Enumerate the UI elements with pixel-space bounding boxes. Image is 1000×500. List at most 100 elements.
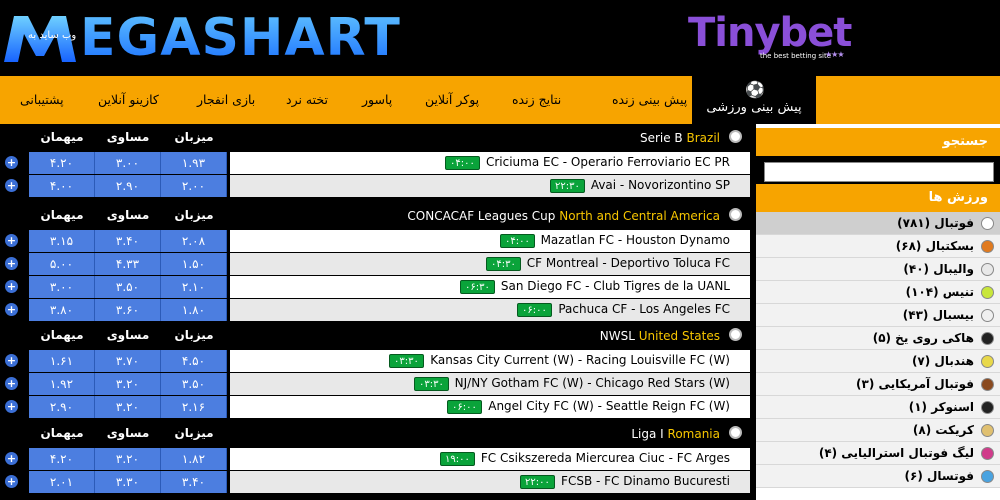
- odd-draw[interactable]: ۳.۶۰: [95, 299, 161, 321]
- more-markets-plus-icon[interactable]: +: [5, 234, 18, 247]
- odd-draw[interactable]: ۳.۲۰: [95, 396, 161, 418]
- sport-label: هاکی روی یخ (۵): [872, 331, 974, 345]
- sidebar-sport-item[interactable]: بسکتبال (۶۸): [756, 235, 1000, 258]
- nav-item-online-casino[interactable]: کازینو آنلاین: [98, 92, 159, 107]
- odd-away[interactable]: ۲.۹۰: [29, 396, 95, 418]
- match-info[interactable]: Avai - Novorizontino SP ۲۲:۳۰: [230, 175, 750, 197]
- odd-home[interactable]: ۱.۸۰: [161, 299, 227, 321]
- odd-home[interactable]: ۱.۸۲: [161, 448, 227, 470]
- american-football-icon: [981, 378, 994, 391]
- nav-item-support[interactable]: پشتیبانی: [20, 92, 64, 107]
- odd-draw[interactable]: ۳.۷۰: [95, 350, 161, 372]
- sidebar-sport-item[interactable]: والیبال (۴۰): [756, 258, 1000, 281]
- league-name: CONCACAF Leagues Cup North and Central A…: [407, 209, 720, 223]
- odd-home[interactable]: ۱.۵۰: [161, 253, 227, 275]
- nav-item-live-betting[interactable]: پیش بینی زنده: [612, 92, 687, 107]
- odd-home[interactable]: ۱.۹۳: [161, 152, 227, 174]
- odd-draw[interactable]: ۳.۳۰: [95, 471, 161, 493]
- more-markets-plus-icon[interactable]: +: [5, 257, 18, 270]
- match-row: +۴.۰۰ ۲.۹۰ ۲.۰۰ Avai - Novorizontino SP ۲۲:۳…: [0, 175, 756, 197]
- odd-away[interactable]: ۳.۸۰: [29, 299, 95, 321]
- odd-home[interactable]: ۴.۵۰: [161, 350, 227, 372]
- sport-label: فوتبال آمریکایی (۳): [856, 377, 974, 391]
- odd-away[interactable]: ۴.۲۰: [29, 448, 95, 470]
- nav-item-backgammon[interactable]: تخته نرد: [286, 92, 328, 107]
- odd-home[interactable]: ۲.۱۰: [161, 276, 227, 298]
- sidebar-sport-item[interactable]: کریکت (۸): [756, 419, 1000, 442]
- odd-home[interactable]: ۳.۵۰: [161, 373, 227, 395]
- handball-icon: [981, 355, 994, 368]
- odd-draw[interactable]: ۳.۲۰: [95, 448, 161, 470]
- match-info[interactable]: Criciuma EC - Operario Ferroviario EC PR…: [230, 152, 750, 174]
- match-info[interactable]: San Diego FC - Club Tigres de la UANL ۰۶:…: [230, 276, 750, 298]
- tinybet-logo[interactable]: Tinybet the best betting site ★★★: [688, 10, 863, 65]
- match-info[interactable]: Kansas City Current (W) - Racing Louisvi…: [230, 350, 750, 372]
- odd-away[interactable]: ۳.۰۰: [29, 276, 95, 298]
- league-header: میهمان مساوی میزبان Serie B Brazil: [0, 124, 756, 152]
- more-markets-plus-icon[interactable]: +: [5, 377, 18, 390]
- odd-home[interactable]: ۲.۱۶: [161, 396, 227, 418]
- odd-draw[interactable]: ۳.۰۰: [95, 152, 161, 174]
- sidebar-sport-item[interactable]: فوتبال آمریکایی (۳): [756, 373, 1000, 396]
- sidebar-sport-item[interactable]: اسنوکر (۱): [756, 396, 1000, 419]
- odd-draw[interactable]: ۲.۹۰: [95, 175, 161, 197]
- league-name: NWSL United States: [599, 329, 720, 343]
- odd-away[interactable]: ۴.۰۰: [29, 175, 95, 197]
- more-markets-plus-icon[interactable]: +: [5, 475, 18, 488]
- odd-draw[interactable]: ۳.۵۰: [95, 276, 161, 298]
- more-markets-plus-icon[interactable]: +: [5, 280, 18, 293]
- sport-label: تنیس (۱۰۴): [905, 285, 974, 299]
- sidebar-sport-item[interactable]: هندبال (۷): [756, 350, 1000, 373]
- more-markets-plus-icon[interactable]: +: [5, 179, 18, 192]
- nav-item-sports-betting[interactable]: ⚽ پیش بینی ورزشی: [692, 76, 816, 124]
- basketball-icon: [981, 240, 994, 253]
- odd-away[interactable]: ۳.۱۵: [29, 230, 95, 252]
- match-info[interactable]: FCSB - FC Dinamo Bucuresti ۲۲:۰۰: [230, 471, 750, 493]
- search-input[interactable]: [764, 162, 994, 182]
- nav-item-live-results[interactable]: نتایج زنده: [512, 92, 561, 107]
- match-info[interactable]: NJ/NY Gotham FC (W) - Chicago Red Stars …: [230, 373, 750, 395]
- search-header: جستجو: [756, 128, 1000, 156]
- col-draw: مساوی: [106, 426, 150, 440]
- match-info[interactable]: Mazatlan FC - Houston Dynamo ۰۴:۰۰: [230, 230, 750, 252]
- odds-table: میهمان مساوی میزبان Serie B Brazil +۴.۲۰ ۳.۰۰…: [0, 124, 756, 500]
- odd-away[interactable]: ۱.۶۱: [29, 350, 95, 372]
- match-info[interactable]: CF Montreal - Deportivo Toluca FC ۰۴:۳۰: [230, 253, 750, 275]
- nav-item-label: پیش بینی ورزشی: [706, 100, 802, 115]
- more-markets-plus-icon[interactable]: +: [5, 156, 18, 169]
- odd-away[interactable]: ۵.۰۰: [29, 253, 95, 275]
- match-row: +۲.۹۰ ۳.۲۰ ۲.۱۶ Angel City FC (W) - Seattle…: [0, 396, 756, 418]
- sidebar-sport-item[interactable]: تنیس (۱۰۴): [756, 281, 1000, 304]
- match-info[interactable]: Pachuca CF - Los Angeles FC ۰۶:۰۰: [230, 299, 750, 321]
- match-info[interactable]: Angel City FC (W) - Seattle Reign FC (W)…: [230, 396, 750, 418]
- odd-draw[interactable]: ۳.۲۰: [95, 373, 161, 395]
- odd-away[interactable]: ۱.۹۲: [29, 373, 95, 395]
- odd-draw[interactable]: ۴.۳۳: [95, 253, 161, 275]
- odd-draw[interactable]: ۳.۴۰: [95, 230, 161, 252]
- sidebar-sport-item[interactable]: لیگ فوتبال استرالیایی (۴): [756, 442, 1000, 465]
- more-markets-plus-icon[interactable]: +: [5, 303, 18, 316]
- more-markets-plus-icon[interactable]: +: [5, 354, 18, 367]
- match-row: +۴.۲۰ ۳.۲۰ ۱.۸۲ FC Csikszereda Miercurea Ci…: [0, 448, 756, 470]
- odd-away[interactable]: ۲.۰۱: [29, 471, 95, 493]
- soccer-ball-icon: [729, 328, 742, 341]
- sidebar-sport-item[interactable]: بیسبال (۴۳): [756, 304, 1000, 327]
- nav-item-online-poker[interactable]: پوکر آنلاین: [425, 92, 479, 107]
- match-teams: NJ/NY Gotham FC (W) - Chicago Red Stars …: [454, 376, 730, 390]
- nav-item-pasur[interactable]: پاسور: [362, 92, 392, 107]
- nav-item-crash-game[interactable]: بازی انفجار: [197, 92, 255, 107]
- soccer-ball-icon: ⚽: [745, 80, 765, 99]
- odd-home[interactable]: ۲.۰۸: [161, 230, 227, 252]
- odd-home[interactable]: ۳.۴۰: [161, 471, 227, 493]
- more-markets-plus-icon[interactable]: +: [5, 400, 18, 413]
- odd-away[interactable]: ۴.۲۰: [29, 152, 95, 174]
- odd-home[interactable]: ۲.۰۰: [161, 175, 227, 197]
- sidebar-sport-item[interactable]: فوتسال (۶): [756, 465, 1000, 488]
- more-markets-plus-icon[interactable]: +: [5, 452, 18, 465]
- sidebar-sport-item[interactable]: فوتبال (۷۸۱): [756, 212, 1000, 235]
- match-info[interactable]: FC Csikszereda Miercurea Ciuc - FC Arges…: [230, 448, 750, 470]
- sidebar-sport-item[interactable]: هاکی روی یخ (۵): [756, 327, 1000, 350]
- match-row: +۵.۰۰ ۴.۳۳ ۱.۵۰ CF Montreal - Deportivo Tol…: [0, 253, 756, 275]
- snooker-icon: [981, 401, 994, 414]
- col-draw: مساوی: [106, 208, 150, 222]
